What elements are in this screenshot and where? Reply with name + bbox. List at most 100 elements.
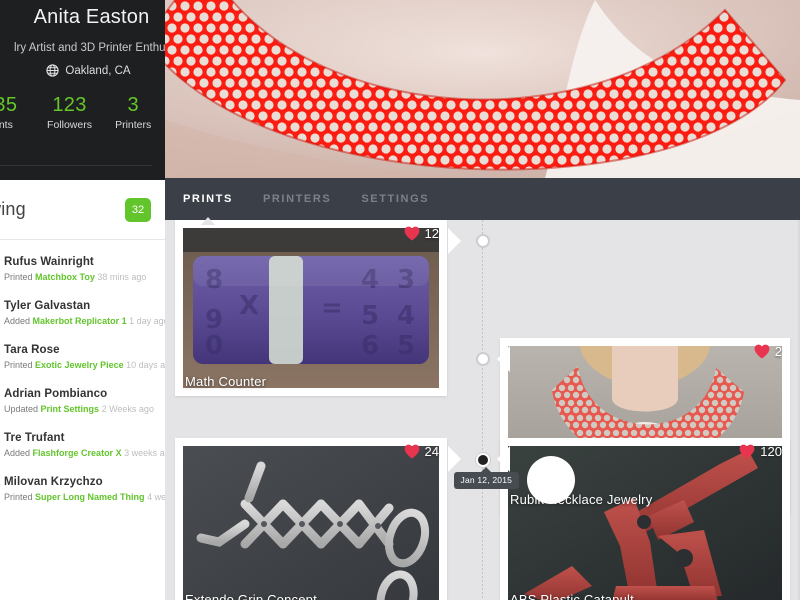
app-root: PRINTS PRINTERS SETTINGS 8 9 X = 4 5 3 4… (0, 0, 800, 600)
feed-detail: Printed Exotic Jewelry Piece 10 days ago (4, 358, 165, 372)
like-indicator[interactable]: 12 (404, 226, 439, 241)
like-count: 2 (774, 344, 782, 359)
card-pointer-arrow (497, 446, 510, 472)
stat-prints: 35 nts (0, 93, 38, 132)
card-pointer-arrow (497, 346, 510, 372)
profile-header: Anita Easton lry Artist and 3D Printer E… (0, 0, 165, 180)
list-item[interactable]: Adrian Pombianco Updated Print Settings … (0, 386, 165, 416)
profile-location: Oakland, CA (0, 64, 165, 77)
hero-cover-image (165, 0, 800, 178)
like-indicator[interactable]: 24 (404, 444, 439, 459)
prints-timeline: 89 X = 45 34 06 5 12 Math Counter 2 Rubi… (165, 220, 800, 600)
feed-verb: Added (4, 316, 31, 326)
timeline-node[interactable] (475, 234, 490, 248)
following-header: wing 32 (0, 180, 165, 240)
print-image-extendo-grip (183, 446, 439, 600)
tab-bar: PRINTS PRINTERS SETTINGS (165, 178, 800, 225)
left-sidebar: Anita Easton lry Artist and 3D Printer E… (0, 0, 165, 600)
card-pointer-arrow (448, 228, 461, 254)
profile-name: Anita Easton (33, 6, 150, 28)
feed-detail: Added Flashforge Creator X 3 weeks ago (4, 446, 165, 460)
print-thumbnail: 89 X = 45 34 06 5 (183, 228, 439, 388)
tab-prints[interactable]: PRINTS (181, 187, 235, 225)
feed-time: 38 mins ago (97, 272, 147, 282)
feed-object[interactable]: Flashforge Creator X (33, 448, 122, 458)
print-thumbnail (183, 446, 439, 600)
feed-time: 3 weeks ago (124, 448, 165, 458)
feed-time: 2 Weeks ago (101, 404, 154, 414)
feed-object[interactable]: Super Long Named Thing (35, 492, 145, 502)
svg-text:5: 5 (361, 301, 379, 331)
feed-time: 4 weeks... (147, 492, 165, 502)
heart-icon (754, 344, 770, 359)
feed-verb: Printed (4, 360, 33, 370)
stat-value: 35 (0, 94, 18, 116)
timeline-date-pill: Jan 12, 2015 (453, 467, 520, 489)
feed-time: 1 day ago (129, 316, 165, 326)
feed-user-name: Tre Trufant (4, 432, 65, 444)
print-card[interactable]: 89 X = 45 34 06 5 12 Math Counter (175, 220, 447, 396)
svg-text:0: 0 (205, 331, 223, 361)
svg-text:=: = (321, 293, 343, 323)
stat-label: nts (0, 119, 13, 131)
card-pointer-arrow (448, 446, 461, 472)
list-item[interactable]: Tara Rose Printed Exotic Jewelry Piece 1… (0, 342, 165, 372)
like-indicator[interactable]: 2 (754, 344, 782, 359)
timeline-node[interactable] (475, 352, 490, 366)
header-divider (0, 165, 152, 166)
feed-detail: Added Makerbot Replicator 1 1 day ago (4, 314, 165, 328)
feed-detail: Updated Print Settings 2 Weeks ago (4, 402, 155, 416)
feed-user-name: Adrian Pombianco (4, 388, 108, 400)
print-image-math-counter: 89 X = 45 34 06 5 (183, 228, 439, 388)
following-count-badge: 32 (125, 198, 151, 222)
profile-bio: lry Artist and 3D Printer Enthusiast (14, 42, 165, 54)
feed-user-name: Milovan Krzychzo (4, 476, 103, 488)
list-item[interactable]: Milovan Krzychzo Printed Super Long Name… (0, 474, 165, 504)
list-item[interactable]: Tre Trufant Added Flashforge Creator X 3… (0, 430, 165, 460)
like-count: 24 (424, 444, 439, 459)
list-item[interactable]: Tyler Galvastan Added Makerbot Replicato… (0, 298, 165, 328)
timeline-row: 89 X = 45 34 06 5 12 Math Counter 2 Rubi… (165, 220, 800, 514)
tab-settings[interactable]: SETTINGS (359, 187, 431, 211)
following-title: wing (0, 199, 26, 219)
feed-object[interactable]: Print Settings (41, 404, 100, 414)
heart-icon (404, 226, 419, 241)
feed-verb: Printed (4, 272, 33, 282)
cursor-indicator (527, 456, 575, 504)
like-indicator[interactable]: 120 (739, 444, 782, 459)
svg-text:4: 4 (397, 301, 415, 331)
print-title: Extendo Grip Concept (185, 592, 317, 600)
feed-object[interactable]: Exotic Jewelry Piece (35, 360, 124, 370)
hero-photo-necklace (165, 0, 800, 178)
print-title: ABS Plastic Catapult (510, 592, 634, 600)
stat-printers: 3 Printers (101, 93, 165, 132)
like-count: 12 (424, 226, 439, 241)
timeline-node-active[interactable] (475, 453, 490, 467)
feed-verb: Printed (4, 492, 33, 502)
heart-icon (739, 444, 755, 459)
globe-icon (46, 64, 60, 77)
stat-label: Followers (47, 119, 92, 131)
feed-verb: Updated (4, 404, 39, 414)
feed-user-name: Tara Rose (4, 344, 60, 356)
stat-value: 123 (52, 94, 87, 116)
profile-stats: 35 nts 123 Followers 3 Printers (0, 93, 165, 132)
feed-verb: Added (4, 448, 31, 458)
print-title: Math Counter (185, 374, 267, 389)
feed-user-name: Tyler Galvastan (4, 300, 91, 312)
list-item[interactable]: Rufus Wainright Printed Matchbox Toy 38 … (0, 254, 165, 284)
stat-followers: 123 Followers (38, 93, 102, 132)
feed-object[interactable]: Makerbot Replicator 1 (33, 316, 127, 326)
feed-time: 10 days ago (126, 360, 165, 370)
svg-text:5: 5 (397, 331, 415, 361)
activity-feed: Rufus Wainright Printed Matchbox Toy 38 … (0, 240, 165, 504)
feed-object[interactable]: Matchbox Toy (35, 272, 95, 282)
feed-detail: Printed Matchbox Toy 38 mins ago (4, 270, 155, 284)
tab-printers[interactable]: PRINTERS (261, 187, 333, 211)
svg-text:6: 6 (361, 331, 379, 361)
svg-text:X: X (239, 291, 259, 321)
stat-label: Printers (115, 119, 152, 131)
stat-value: 3 (127, 94, 139, 116)
heart-icon (404, 444, 419, 459)
print-card[interactable]: 24 Extendo Grip Concept (175, 438, 447, 600)
